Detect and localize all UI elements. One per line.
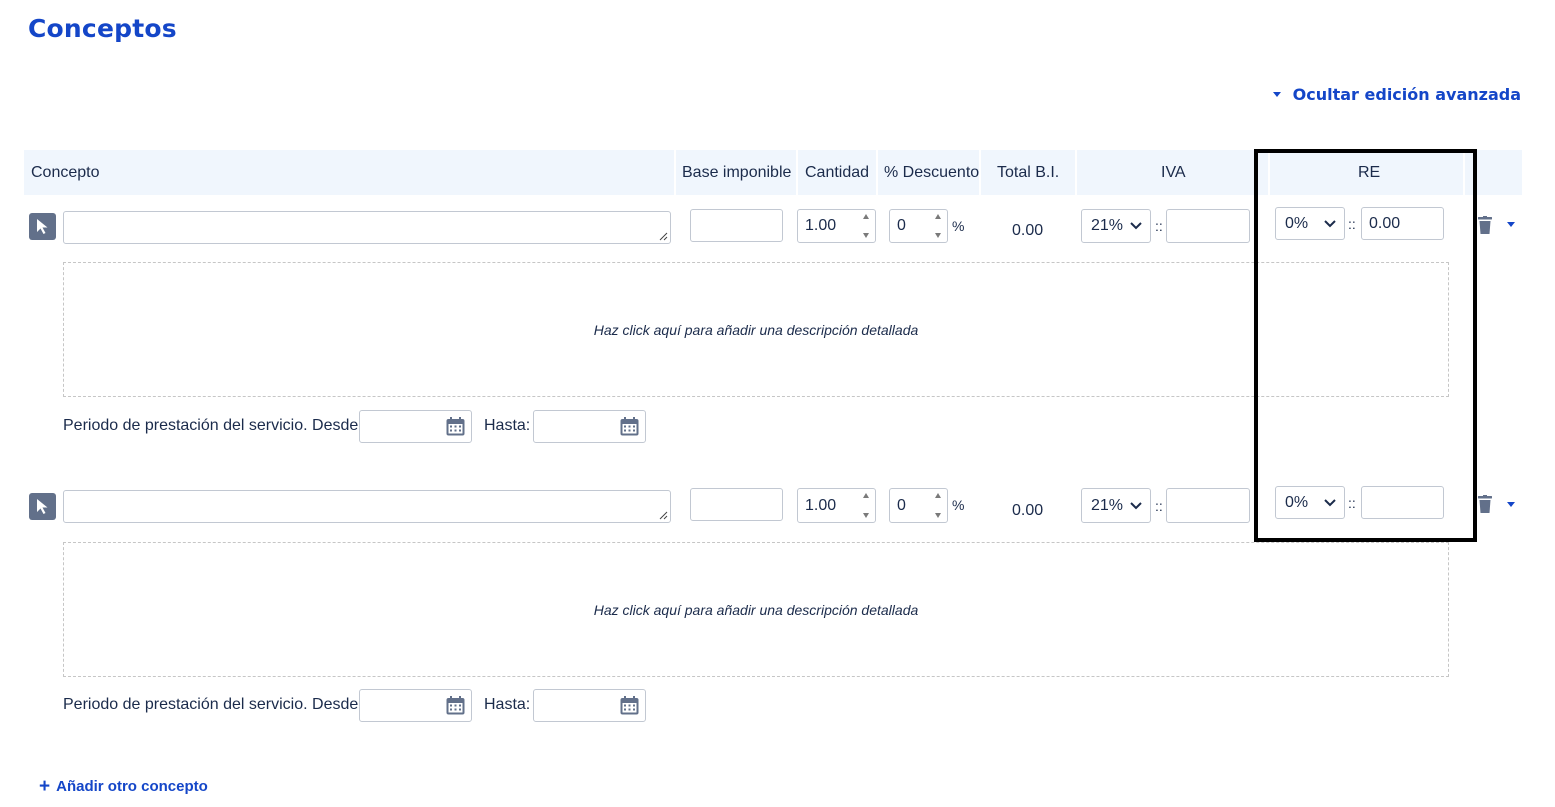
desde-date-input[interactable] (359, 689, 472, 722)
trash-icon[interactable] (1478, 216, 1492, 234)
iva-selected: 21% (1091, 496, 1124, 514)
concept-textarea[interactable] (63, 490, 671, 523)
re-separator: :: (1348, 495, 1356, 511)
description-area[interactable]: Haz click aquí para añadir una descripci… (63, 262, 1449, 397)
percent-sign: % (952, 497, 965, 513)
resize-grip-icon (659, 232, 668, 241)
col-re: RE (1358, 164, 1381, 181)
cantidad-value: 1.00 (805, 217, 837, 234)
iva-amount-input[interactable] (1166, 488, 1250, 523)
re-selected: 0% (1285, 214, 1309, 232)
hasta-date-input[interactable] (533, 410, 646, 443)
iva-separator: :: (1155, 498, 1163, 514)
re-select[interactable]: 0% (1275, 207, 1345, 240)
row-expand-caret-icon[interactable] (1507, 502, 1515, 507)
descuento-stepper[interactable] (935, 493, 943, 518)
hasta-date-input[interactable] (533, 689, 646, 722)
re-selected: 0% (1285, 493, 1309, 511)
chevron-down-icon (1130, 222, 1142, 230)
calendar-icon[interactable] (446, 696, 465, 715)
cursor-arrow-icon (36, 219, 47, 234)
chevron-down-icon (1324, 498, 1336, 506)
chevron-down-icon (1324, 219, 1336, 227)
total-bi-value: 0.00 (1012, 502, 1044, 519)
col-concepto: Concepto (31, 164, 100, 181)
concept-textarea[interactable] (63, 211, 671, 244)
resize-grip-icon (659, 511, 668, 520)
descuento-stepper[interactable] (935, 214, 943, 238)
col-total-bi: Total B.I. (997, 164, 1060, 181)
drag-handle[interactable] (29, 493, 56, 520)
col-cantidad: Cantidad (805, 164, 870, 181)
base-imponible-input[interactable] (690, 209, 783, 242)
toggle-advanced-edit[interactable]: Ocultar edición avanzada (1272, 85, 1521, 104)
calendar-icon[interactable] (620, 417, 639, 436)
add-concept-label: Añadir otro concepto (56, 778, 208, 795)
cantidad-value: 1.00 (805, 496, 837, 514)
cantidad-stepper[interactable] (863, 493, 871, 518)
description-area[interactable]: Haz click aquí para añadir una descripci… (63, 542, 1449, 677)
add-concept-link[interactable]: + Añadir otro concepto (39, 776, 208, 797)
re-select[interactable]: 0% (1275, 486, 1345, 519)
trash-icon[interactable] (1478, 495, 1492, 513)
descuento-input[interactable]: 0 (889, 488, 948, 523)
cantidad-input[interactable]: 1.00 (797, 209, 876, 243)
calendar-icon[interactable] (620, 696, 639, 715)
cursor-arrow-icon (36, 499, 47, 514)
descuento-value: 0 (897, 217, 906, 234)
total-bi-value: 0.00 (1012, 222, 1044, 239)
cantidad-input[interactable]: 1.00 (797, 488, 876, 523)
period-label: Periodo de prestación del servicio. Desd… (63, 417, 363, 434)
iva-amount-input[interactable] (1166, 209, 1250, 243)
hasta-label: Hasta: (484, 417, 531, 434)
period-label: Periodo de prestación del servicio. Desd… (63, 696, 363, 713)
col-iva: IVA (1161, 164, 1186, 181)
table-header: Concepto Base imponible Cantidad % Descu… (24, 150, 1522, 195)
drag-handle[interactable] (29, 213, 56, 240)
cantidad-stepper[interactable] (863, 214, 871, 238)
chevron-down-icon (1130, 501, 1142, 509)
plus-icon: + (39, 776, 51, 797)
toggle-advanced-label: Ocultar edición avanzada (1292, 85, 1521, 104)
row-expand-caret-icon[interactable] (1507, 222, 1515, 227)
page-title: Conceptos (28, 14, 177, 43)
hasta-label: Hasta: (484, 696, 531, 713)
descuento-input[interactable]: 0 (889, 209, 948, 243)
iva-select[interactable]: 21% (1081, 488, 1151, 523)
col-descuento: % Descuento (884, 164, 980, 181)
re-amount-input[interactable] (1361, 486, 1444, 519)
iva-selected: 21% (1091, 217, 1124, 234)
percent-sign: % (952, 218, 965, 234)
base-imponible-input[interactable] (690, 488, 783, 521)
re-separator: :: (1348, 216, 1356, 232)
iva-separator: :: (1155, 218, 1163, 234)
calendar-icon[interactable] (446, 417, 465, 436)
desde-date-input[interactable] (359, 410, 472, 443)
caret-down-icon (1272, 92, 1281, 97)
col-base-imponible: Base imponible (682, 164, 792, 181)
iva-select[interactable]: 21% (1081, 209, 1151, 243)
descuento-value: 0 (897, 496, 906, 514)
re-amount-input[interactable]: 0.00 (1361, 207, 1444, 240)
